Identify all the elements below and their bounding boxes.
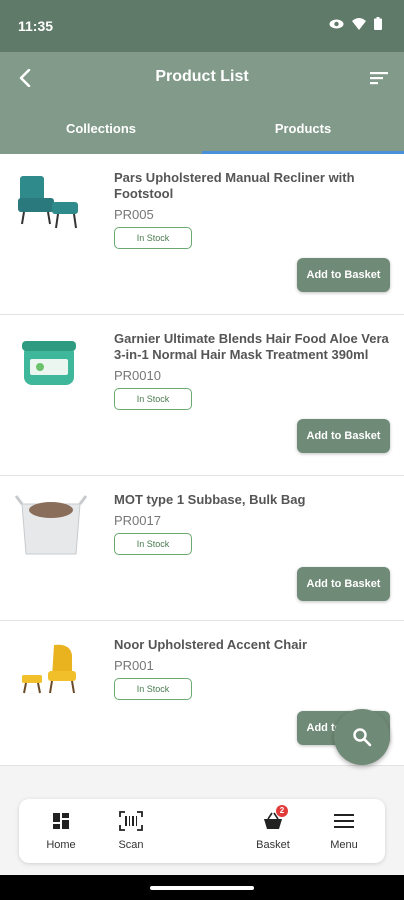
nav-scan[interactable]: Scan [101,809,161,851]
product-list[interactable]: Pars Upholstered Manual Recliner with Fo… [0,154,404,794]
wifi-icon [352,17,366,30]
add-to-basket-button[interactable]: Add to Basket [297,567,390,601]
hamburger-menu-icon [334,814,354,828]
search-icon [353,728,372,747]
stock-badge: In Stock [114,388,192,410]
tab-collections[interactable]: Collections [0,112,202,154]
recliner-image [18,176,78,229]
list-item[interactable]: MOT type 1 Subbase, Bulk Bag PR0017 In S… [0,476,404,621]
product-name: Noor Upholstered Accent Chair [114,637,308,652]
home-gesture-pill[interactable] [150,886,254,890]
stock-badge: In Stock [114,533,192,555]
dashboard-icon [53,813,69,829]
nav-home[interactable]: Home [31,809,91,851]
battery-icon [374,17,382,30]
tab-bar: Collections Products [0,112,404,154]
stock-badge: In Stock [114,678,192,700]
bottom-nav: Home Scan 2 Basket Menu [19,799,385,863]
sort-button[interactable] [368,68,390,88]
product-info: MOT type 1 Subbase, Bulk Bag PR0017 In S… [114,492,390,555]
tab-products[interactable]: Products [202,112,404,154]
nav-menu[interactable]: Menu [314,809,374,851]
product-info: Noor Upholstered Accent Chair PR001 In S… [114,637,390,700]
product-code: PR005 [114,207,154,222]
sort-icon [370,72,388,85]
nav-scan-label: Scan [118,839,144,851]
system-nav-bar [0,875,404,900]
hair-mask-image [22,341,76,385]
product-name: Garnier Ultimate Blends Hair Food Aloe V… [114,331,389,362]
status-icons [329,17,382,30]
list-item[interactable]: Garnier Ultimate Blends Hair Food Aloe V… [0,315,404,476]
page-title: Product List [155,68,249,85]
status-bar: 11:35 [0,0,404,52]
nav-menu-label: Menu [330,839,358,851]
product-code: PR0017 [114,513,161,528]
add-to-basket-button[interactable]: Add to Basket [297,419,390,453]
nav-basket-label: Basket [256,839,290,851]
product-name: Pars Upholstered Manual Recliner with Fo… [114,170,355,201]
add-to-basket-button[interactable]: Add to Basket [297,258,390,292]
status-time: 11:35 [18,18,54,34]
eye-icon [329,19,344,28]
product-code: PR001 [114,658,154,673]
product-name: MOT type 1 Subbase, Bulk Bag [114,492,306,507]
list-item[interactable]: Pars Upholstered Manual Recliner with Fo… [0,154,404,315]
product-info: Garnier Ultimate Blends Hair Food Aloe V… [114,331,390,410]
accent-chair-image [22,644,76,694]
nav-home-label: Home [46,839,76,851]
app-bar: Product List Collections Products [0,52,404,154]
product-info: Pars Upholstered Manual Recliner with Fo… [114,170,390,249]
barcode-scan-icon [119,811,143,831]
nav-basket[interactable]: 2 Basket [243,805,303,851]
product-code: PR0010 [114,368,161,383]
stock-badge: In Stock [114,227,192,249]
basket-count-badge: 2 [276,805,288,817]
search-button[interactable] [334,709,390,765]
bulk-bag-image [14,495,88,555]
